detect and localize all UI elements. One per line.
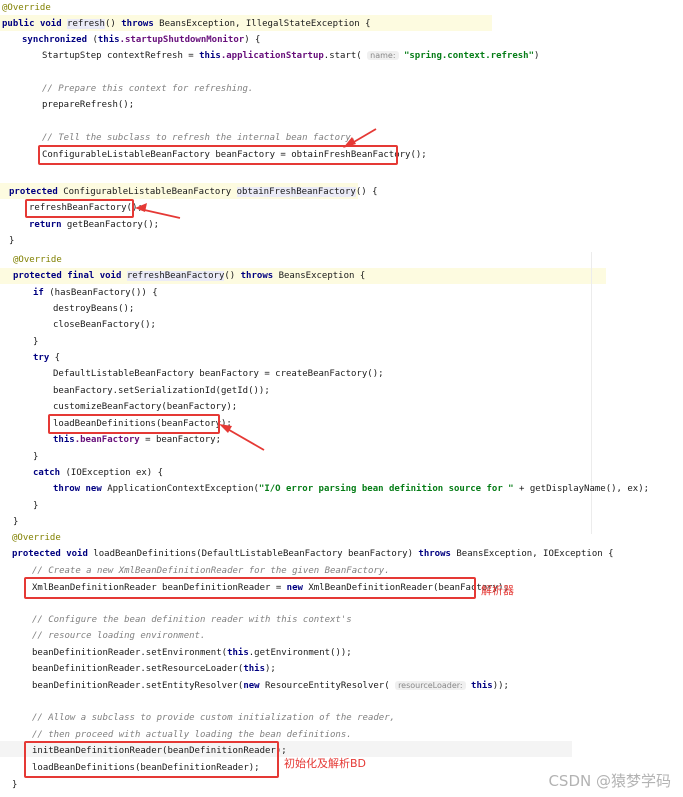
red-arrow-1 (343, 128, 377, 148)
red-arrow-2 (135, 203, 181, 219)
arrow-annotations (135, 128, 377, 451)
red-arrow-3 (219, 424, 265, 451)
watermark: CSDN @猿梦学码 (548, 772, 671, 790)
